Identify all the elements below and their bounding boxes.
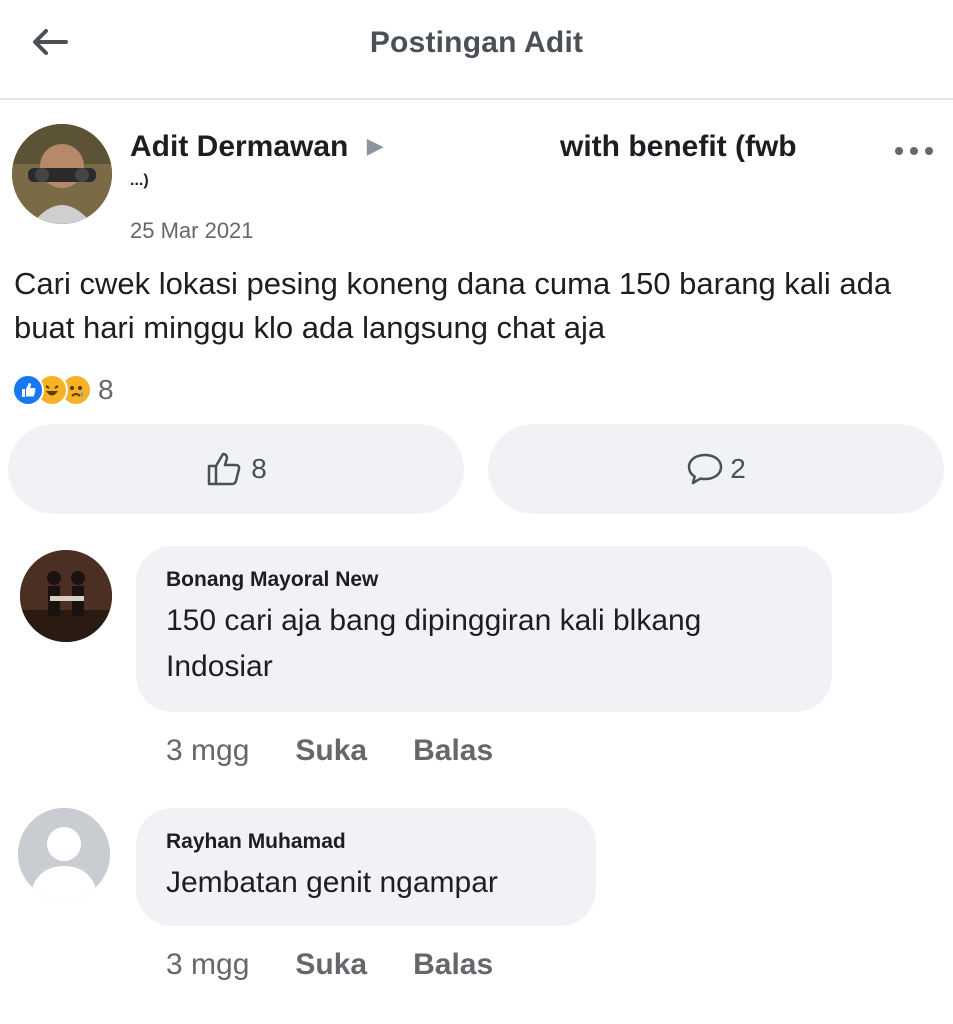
thumbs-up-icon	[207, 452, 241, 486]
comment-bubble: Rayhan Muhamad Jembatan genit ngampar	[136, 808, 596, 926]
commenter-avatar[interactable]	[18, 808, 110, 900]
like-count: 8	[251, 453, 267, 484]
default-avatar-icon	[18, 808, 110, 900]
post-text: Cari cwek lokasi pesing koneng dana cuma…	[14, 266, 892, 345]
author-name[interactable]: Adit Dermawan	[130, 130, 348, 164]
like-button[interactable]: 8	[8, 424, 464, 514]
comment-time: 3 mgg	[166, 948, 250, 981]
reaction-count: 8	[98, 374, 114, 405]
comment-like-link[interactable]: Suka	[295, 948, 367, 982]
post-date[interactable]: 25 Mar 2021	[130, 218, 254, 244]
comment-text: 150 cari aja bang dipinggiran kali blkan…	[166, 604, 702, 683]
comment-bubble: Bonang Mayoral New 150 cari aja bang dip…	[136, 546, 832, 712]
commenter-name[interactable]: Rayhan Muhamad	[166, 830, 566, 854]
reactions-summary[interactable]: 8	[12, 372, 114, 408]
comment-button[interactable]: 2	[488, 424, 944, 514]
top-bar: Postingan Adit	[0, 0, 953, 100]
commenter-name[interactable]: Bonang Mayoral New	[166, 568, 802, 592]
author-avatar[interactable]	[12, 124, 112, 224]
like-reaction-icon	[12, 374, 44, 406]
group-name-continued: ...)	[130, 172, 149, 189]
page-title: Postingan Adit	[369, 26, 584, 59]
comment-text: Jembatan genit ngampar	[166, 866, 498, 899]
group-name[interactable]: with benefit (fwb	[560, 130, 797, 164]
comment-reply-link[interactable]: Balas	[413, 734, 493, 768]
comment-like-link[interactable]: Suka	[295, 734, 367, 768]
more-dots-icon	[895, 147, 933, 155]
more-options-button[interactable]	[888, 136, 940, 166]
comment-time: 3 mgg	[166, 734, 250, 767]
avatar-photo	[20, 550, 112, 642]
comment-bubble-icon	[687, 453, 723, 485]
commenter-avatar[interactable]	[20, 550, 112, 642]
comment-actions: 3 mgg Suka Balas	[166, 948, 493, 982]
comment-count: 2	[730, 453, 746, 484]
share-to-arrow-icon: ▶	[366, 133, 384, 158]
comment-reply-link[interactable]: Balas	[413, 948, 493, 982]
comment-actions: 3 mgg Suka Balas	[166, 734, 493, 768]
post-header-line: Adit Dermawan ▶ with benefit (fwb	[130, 130, 850, 164]
avatar-photo	[12, 124, 112, 224]
